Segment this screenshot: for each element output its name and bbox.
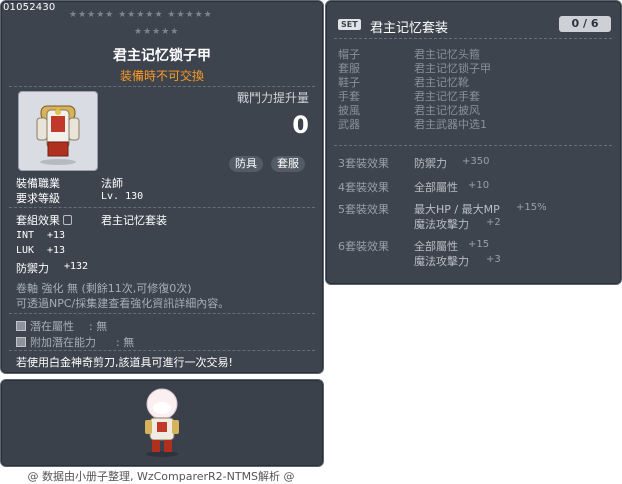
stat-def-label: 防禦力: [16, 262, 49, 275]
potential-icon: [16, 321, 26, 331]
set-effect-amount: +10: [468, 180, 490, 191]
tag-suit: 套服: [271, 156, 305, 172]
tag-armor: 防具: [229, 156, 263, 172]
divider: [9, 207, 315, 208]
set-effect-amount: +3: [486, 254, 501, 265]
potential-value: : 無: [89, 320, 108, 333]
divider: [334, 145, 612, 146]
stat-luk-label: LUK: [16, 245, 35, 256]
set-title: 君主记忆套装: [370, 21, 449, 36]
character-preview-panel: [0, 379, 324, 467]
set-effect-stat: 魔法攻擊力: [414, 218, 469, 231]
job-label: 裝備職業: [16, 177, 60, 190]
item-tooltip-panel: 01052430 ★★★★★ ★★★★★ ★★★★★ ★★★★★ 君主记忆锁子甲…: [0, 0, 324, 374]
divider: [9, 313, 315, 314]
stat-int-label: INT: [16, 230, 35, 241]
trade-restriction: 装備時不可交換: [119, 69, 204, 83]
data-source-credit: @ 数据由小册子整理, WzComparerR2-NTMS解析 @: [27, 470, 295, 483]
set-effect-tier: 6套裝效果: [338, 240, 389, 253]
divider: [334, 38, 612, 39]
item-id: 01052430: [3, 2, 56, 13]
set-effect-tier: 3套裝效果: [338, 157, 389, 170]
set-effect-stat: 最大HP / 最大MP: [414, 203, 500, 216]
set-effect-stat: 全部屬性: [414, 240, 458, 253]
character-avatar: [145, 388, 179, 457]
set-effect-tier: 4套裝效果: [338, 181, 389, 194]
combat-power-value: 0: [292, 111, 309, 139]
armor-icon: [36, 105, 80, 165]
level-value: Lv. 130: [101, 191, 144, 202]
lock-icon: [63, 215, 72, 225]
set-effect-amount: +15: [468, 239, 490, 250]
stat-luk-value: +13: [47, 245, 66, 256]
set-effect-value: 君主记忆套装: [101, 214, 167, 227]
job-value: 法師: [101, 177, 123, 190]
level-label: 要求等級: [16, 192, 60, 205]
combat-power-label: 戰鬥力提升量: [236, 91, 309, 105]
set-effect-label: 套組效果: [16, 212, 72, 228]
divider: [9, 350, 315, 351]
set-tooltip-panel: SET 君主记忆套装 0 / 6 帽子 君主记忆头箍 套服 君主记忆锁子甲 鞋子…: [325, 0, 622, 285]
set-count: 0 / 6: [559, 16, 611, 32]
star-force-row-1: ★★★★★ ★★★★★ ★★★★★: [69, 10, 213, 20]
scroll-info: 卷軸 強化 無 (剩餘11次,可修復0次): [16, 282, 192, 295]
set-piece-slot: 武器: [338, 118, 360, 131]
set-effect-stat: 魔法攻擊力: [414, 255, 469, 268]
platinum-scissors-note: 若使用白金神奇剪刀,該道具可進行一次交易!: [16, 356, 233, 369]
set-effect-tier: 5套裝效果: [338, 203, 389, 216]
set-effect-label-text: 套組效果: [16, 214, 60, 227]
set-badge: SET: [338, 19, 361, 30]
set-effect-amount: +350: [462, 156, 490, 167]
additional-potential-row: 附加潛在能力: [16, 334, 96, 350]
star-force-row-2: ★★★★★: [134, 27, 180, 37]
stat-int-value: +13: [47, 230, 66, 241]
divider: [9, 86, 315, 87]
potential-label: 潛在屬性: [30, 320, 74, 333]
set-piece-name: 君主武器中选1: [414, 118, 487, 131]
set-effect-amount: +15%: [516, 202, 547, 213]
potential-row: 潛在屬性: [16, 318, 74, 334]
set-effect-stat: 全部屬性: [414, 181, 458, 194]
item-icon-frame: [18, 91, 98, 171]
additional-potential-icon: [16, 337, 26, 347]
stat-def-value: +132: [64, 261, 89, 272]
set-effect-amount: +2: [486, 217, 501, 228]
set-effect-stat: 防禦力: [414, 157, 447, 170]
additional-potential-value: : 無: [116, 336, 135, 349]
additional-potential-label: 附加潛在能力: [30, 336, 96, 349]
enhance-info: 可透過NPC/採集建查看強化資訊詳細內容。: [16, 297, 230, 310]
item-name: 君主记忆锁子甲: [113, 48, 211, 64]
